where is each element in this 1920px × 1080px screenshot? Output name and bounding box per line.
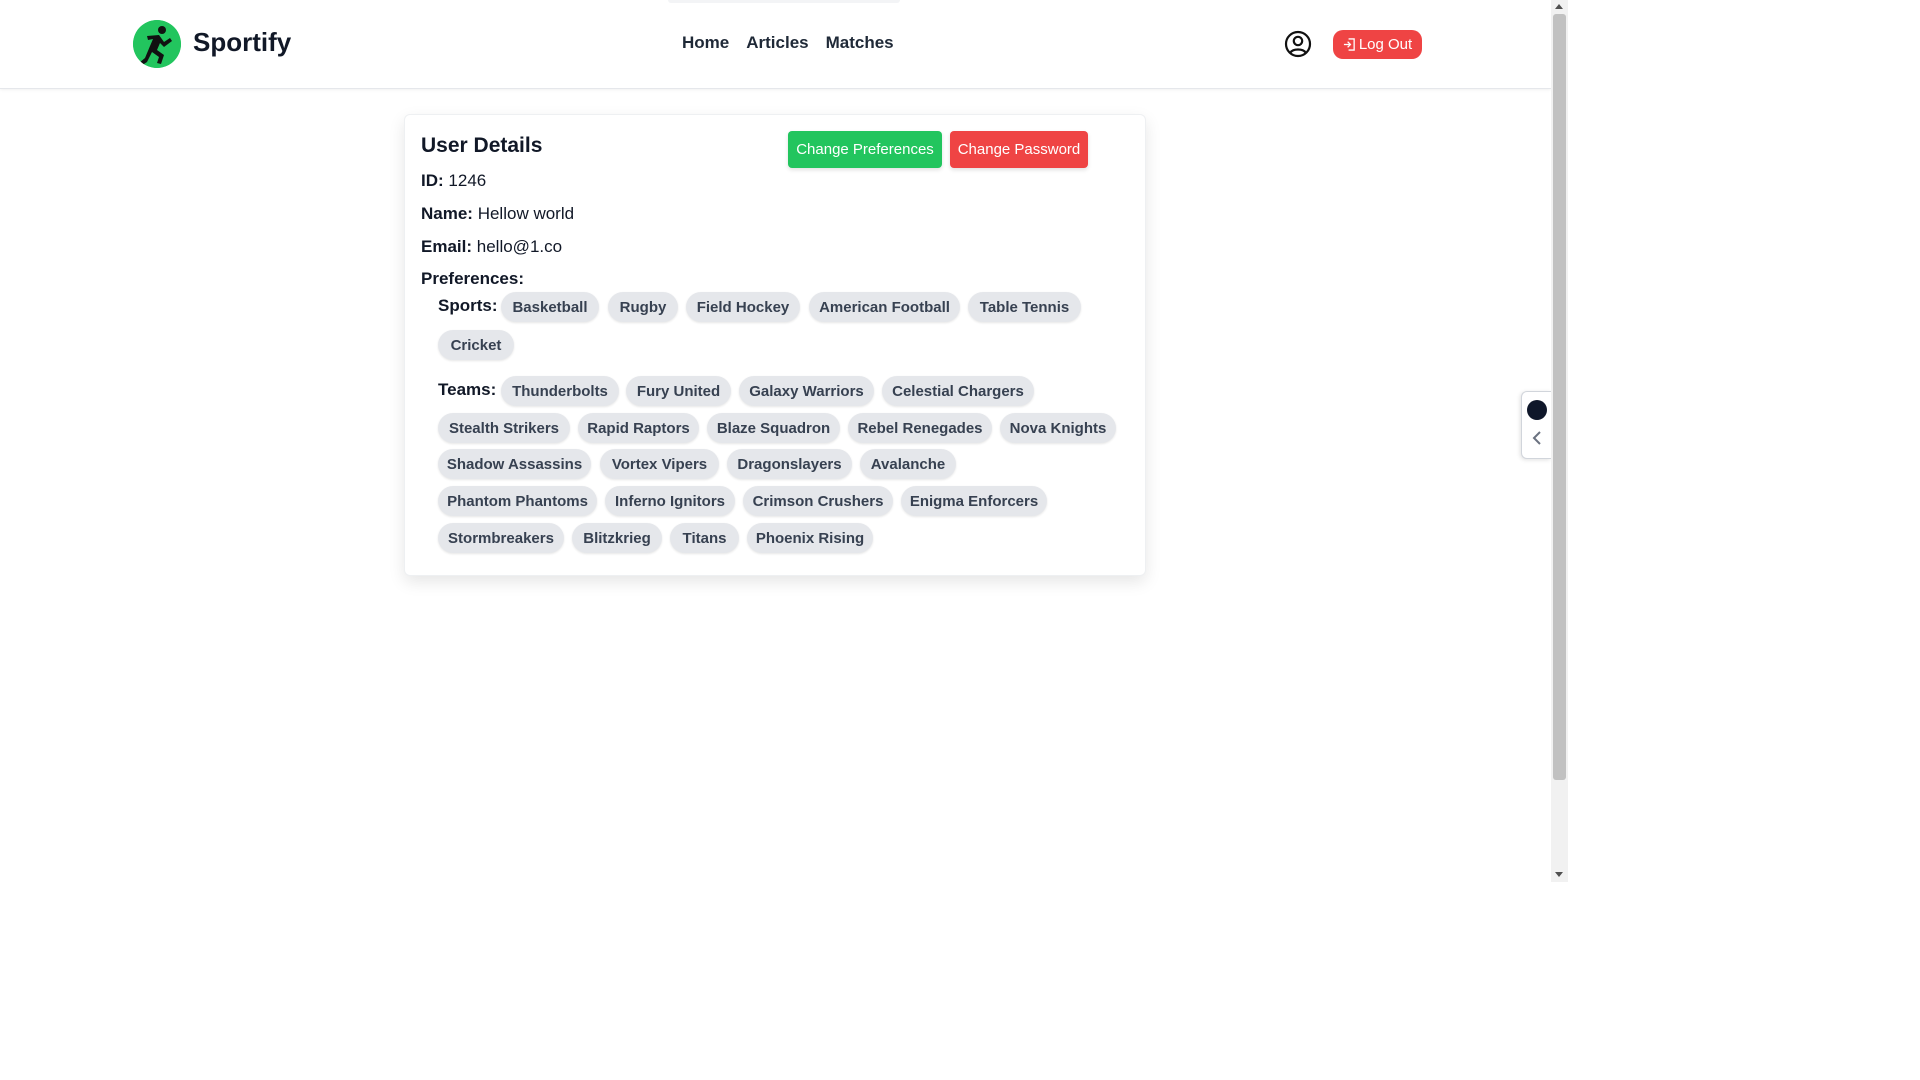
user-id-value: 1246 bbox=[448, 171, 487, 190]
team-chip: Stormbreakers bbox=[438, 523, 564, 553]
user-circle-icon[interactable] bbox=[1284, 30, 1312, 58]
logout-label: Log Out bbox=[1358, 36, 1413, 53]
user-id-row: ID: 1246 bbox=[421, 171, 486, 191]
team-chip: Blitzkrieg bbox=[572, 523, 662, 553]
team-chip: Enigma Enforcers bbox=[901, 486, 1047, 516]
viewport: Sportify Home Articles Matches Log Out U… bbox=[0, 0, 1568, 882]
sports-label: Sports: bbox=[438, 296, 498, 315]
user-email-row: Email: hello@1.co bbox=[421, 237, 562, 257]
team-chip: Blaze Squadron bbox=[707, 413, 840, 443]
sport-chip: Rugby bbox=[608, 292, 678, 322]
change-password-button[interactable]: Change Password bbox=[950, 131, 1088, 168]
team-chip: Stealth Strikers bbox=[438, 413, 570, 443]
sport-chip: Basketball bbox=[501, 292, 599, 322]
scroll-up-arrow-icon[interactable] bbox=[1555, 4, 1563, 9]
user-name-value: Hellow world bbox=[477, 204, 575, 223]
team-chip: Avalanche bbox=[860, 449, 956, 479]
team-chip: Celestial Chargers bbox=[882, 376, 1034, 406]
card-title: User Details bbox=[421, 134, 543, 157]
team-chip: Phantom Phantoms bbox=[438, 486, 597, 516]
assistant-dot-icon[interactable] bbox=[1527, 400, 1547, 420]
user-email-value: hello@1.co bbox=[476, 237, 563, 256]
user-name-row: Name: Hellow world bbox=[421, 204, 574, 224]
scrollbar-thumb[interactable] bbox=[1553, 14, 1566, 780]
team-chip: Rapid Raptors bbox=[578, 413, 699, 443]
scroll-down-arrow-icon[interactable] bbox=[1555, 872, 1563, 877]
user-email-label: Email: bbox=[421, 237, 473, 256]
header-notch bbox=[668, 0, 900, 3]
nav-matches[interactable]: Matches bbox=[826, 33, 894, 53]
nav-home[interactable]: Home bbox=[682, 33, 729, 53]
team-chip: Crimson Crushers bbox=[743, 486, 893, 516]
team-chip: Nova Knights bbox=[1000, 413, 1116, 443]
sport-chip: Table Tennis bbox=[968, 292, 1081, 322]
team-chip: Vortex Vipers bbox=[600, 449, 719, 479]
team-chip: Rebel Renegades bbox=[848, 413, 992, 443]
sport-chip: Cricket bbox=[438, 330, 514, 360]
team-chip: Titans bbox=[670, 523, 739, 553]
team-chip: Shadow Assassins bbox=[438, 449, 591, 479]
team-chip: Phoenix Rising bbox=[747, 523, 873, 553]
team-chip: Galaxy Warriors bbox=[739, 376, 874, 406]
user-details-card: User Details Change Preferences Change P… bbox=[404, 114, 1146, 576]
logout-button[interactable]: Log Out bbox=[1333, 30, 1422, 59]
brand-name[interactable]: Sportify bbox=[193, 27, 291, 58]
chevron-left-icon[interactable] bbox=[1530, 430, 1544, 446]
team-chip: Thunderbolts bbox=[501, 376, 619, 406]
nav-articles[interactable]: Articles bbox=[746, 33, 808, 53]
user-name-label: Name: bbox=[421, 204, 473, 223]
user-id-label: ID: bbox=[421, 171, 444, 190]
team-chip: Inferno Ignitors bbox=[605, 486, 735, 516]
preferences-heading: Preferences: bbox=[421, 269, 525, 288]
change-preferences-button[interactable]: Change Preferences bbox=[788, 131, 942, 168]
teams-label: Teams: bbox=[438, 380, 497, 399]
runner-logo-icon[interactable] bbox=[133, 20, 181, 68]
sport-chip: American Football bbox=[809, 292, 960, 322]
logout-icon bbox=[1343, 38, 1355, 51]
main-nav: Home Articles Matches bbox=[682, 33, 894, 53]
team-chip: Dragonslayers bbox=[727, 449, 852, 479]
sport-chip: Field Hockey bbox=[686, 292, 800, 322]
side-widget-tab[interactable] bbox=[1521, 391, 1551, 459]
team-chip: Fury United bbox=[626, 376, 731, 406]
top-navbar: Sportify Home Articles Matches Log Out bbox=[0, 0, 1551, 89]
